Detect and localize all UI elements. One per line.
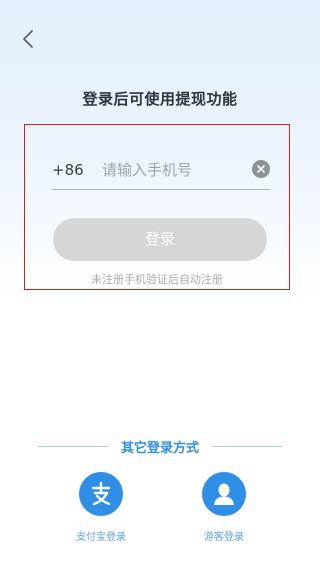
alipay-login-button[interactable]: 支付宝登录 [61, 472, 141, 543]
other-login-header: 其它登录方式 [38, 437, 282, 456]
register-hint: 未注册手机验证后自动注册 [91, 273, 223, 286]
alipay-login-label: 支付宝登录 [76, 532, 126, 543]
chevron-left-icon [23, 30, 33, 48]
page-title: 登录后可使用提现功能 [82, 90, 238, 108]
login-button[interactable]: 登录 [53, 218, 267, 261]
divider-right [212, 446, 282, 447]
country-code[interactable]: +86 [52, 161, 84, 179]
clear-icon [257, 165, 265, 173]
clear-button[interactable] [252, 160, 270, 178]
phone-input[interactable] [102, 157, 242, 183]
alipay-icon [79, 472, 123, 516]
phone-row: +86 [52, 157, 270, 190]
user-icon [202, 472, 246, 516]
guest-login-label: 游客登录 [204, 532, 244, 543]
guest-login-button[interactable]: 游客登录 [184, 472, 264, 543]
back-button[interactable] [18, 28, 40, 50]
login-form: +86 登录 未注册手机验证后自动注册 [24, 124, 290, 290]
